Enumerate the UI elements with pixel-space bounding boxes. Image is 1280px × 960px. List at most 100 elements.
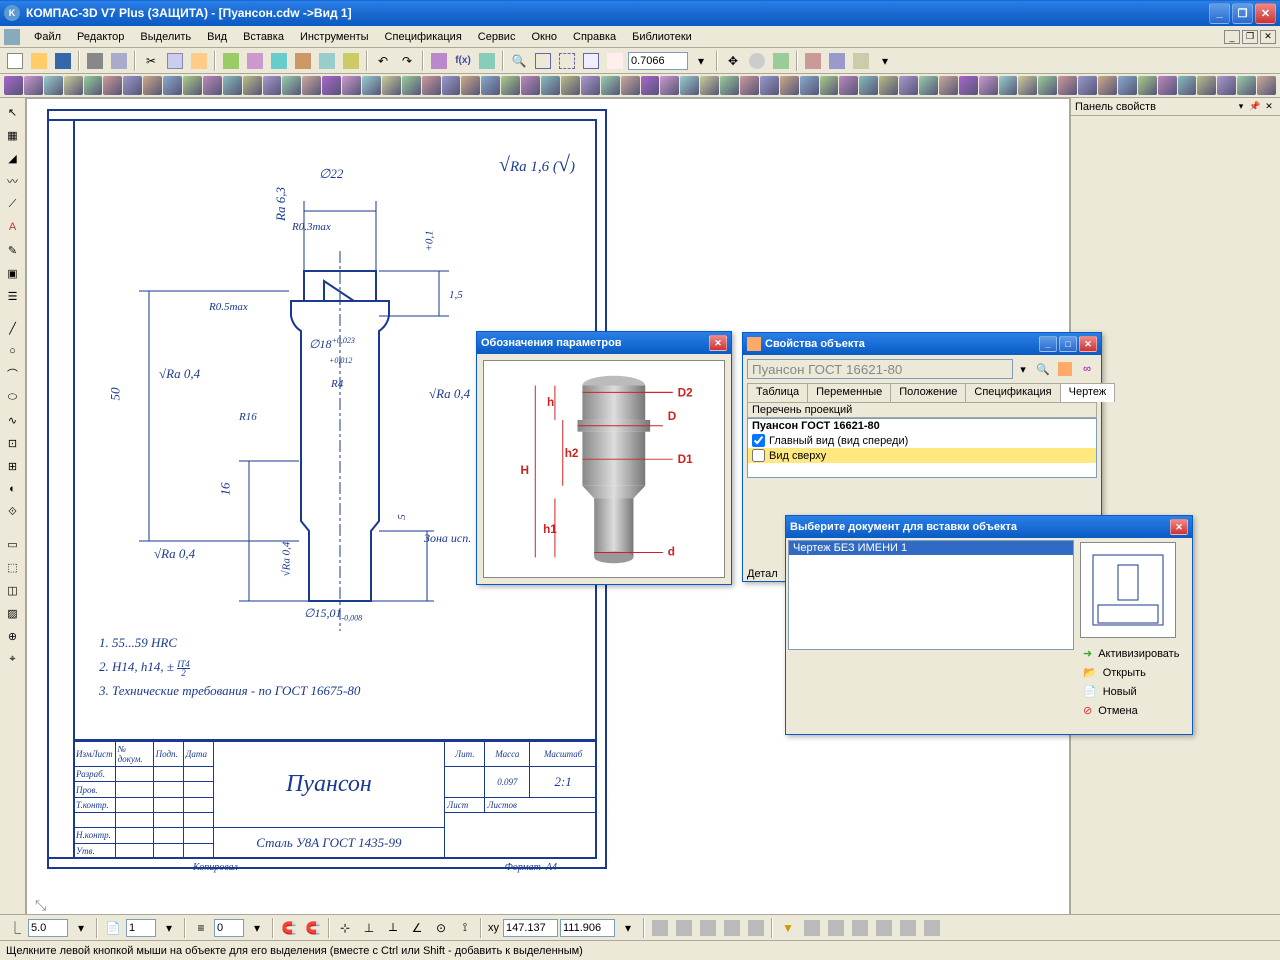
tb-icon[interactable] [268,50,290,72]
menu-file[interactable]: Файл [26,29,69,45]
mode-icon[interactable] [721,917,743,939]
library-part-icon[interactable] [859,76,878,95]
menu-help[interactable]: Справка [565,29,624,45]
mode-icon[interactable] [673,917,695,939]
library-part-icon[interactable] [1158,76,1177,95]
tool-icon[interactable]: ⊡ [3,433,23,453]
library-part-icon[interactable] [601,76,620,95]
tool-icon[interactable]: A [3,217,23,237]
page-dropdown[interactable]: ▾ [158,917,180,939]
rect-tool[interactable]: ▭ [3,534,23,554]
library-part-icon[interactable] [959,76,978,95]
mdi-restore[interactable]: ❐ [1242,30,1258,44]
layer-icon[interactable]: ≡ [190,917,212,939]
tab-spec[interactable]: Спецификация [965,383,1060,402]
magnet-off-icon[interactable]: 🧲 [302,917,324,939]
library-part-icon[interactable] [919,76,938,95]
library-part-icon[interactable] [163,76,182,95]
library-part-icon[interactable] [183,76,202,95]
snap-icon[interactable]: ⊹ [334,917,356,939]
library-part-icon[interactable] [999,76,1018,95]
library-part-icon[interactable] [402,76,421,95]
mode-icon[interactable] [697,917,719,939]
tab-vars[interactable]: Переменные [807,383,891,402]
menu-tools[interactable]: Инструменты [292,29,377,45]
library-part-icon[interactable] [939,76,958,95]
library-part-icon[interactable] [243,76,262,95]
library-part-icon[interactable] [621,76,640,95]
tool-icon[interactable]: 〰 [3,171,23,191]
menu-view[interactable]: Вид [199,29,235,45]
tool-icon[interactable]: ⊕ [3,626,23,646]
mdi-close[interactable]: ✕ [1260,30,1276,44]
step-dropdown[interactable]: ▾ [70,917,92,939]
library-part-icon[interactable] [800,76,819,95]
tab-position[interactable]: Положение [890,383,966,402]
props-close-button[interactable]: ✕ [1079,336,1097,352]
open-button[interactable] [28,50,50,72]
step-icon[interactable]: ⎿ [4,917,26,939]
preview-button[interactable] [108,50,130,72]
magnet-on-icon[interactable]: 🧲 [278,917,300,939]
snap-icon[interactable]: ⟟ [454,917,476,939]
library-part-icon[interactable] [1138,76,1157,95]
library-part-icon[interactable] [820,76,839,95]
library-part-icon[interactable] [1217,76,1236,95]
params-close-button[interactable]: ✕ [709,335,727,351]
filter-icon[interactable]: ▼ [777,917,799,939]
library-part-icon[interactable] [4,76,23,95]
tab-table[interactable]: Таблица [747,383,808,402]
library-part-icon[interactable] [879,76,898,95]
library-part-icon[interactable] [223,76,242,95]
zoom-out-button[interactable] [532,50,554,72]
props-minimize-button[interactable]: _ [1039,336,1057,352]
list-item-top[interactable]: Вид сверху [748,448,1096,463]
mode-icon[interactable] [849,917,871,939]
page-input[interactable] [126,919,156,937]
library-part-icon[interactable] [541,76,560,95]
library-part-icon[interactable] [302,76,321,95]
tool-icon[interactable]: ▣ [3,263,23,283]
menu-insert[interactable]: Вставка [235,29,292,45]
library-part-icon[interactable] [521,76,540,95]
mode-icon[interactable] [801,917,823,939]
library-part-icon[interactable] [64,76,83,95]
front-checkbox[interactable] [752,434,765,447]
tb-icon[interactable] [850,50,872,72]
circle-tool[interactable]: ○ [3,341,23,361]
coord-dropdown[interactable]: ▾ [617,917,639,939]
library-part-icon[interactable] [24,76,43,95]
tb-icon[interactable] [340,50,362,72]
close-button[interactable]: ✕ [1255,3,1276,24]
menu-select[interactable]: Выделить [132,29,199,45]
top-checkbox[interactable] [752,449,765,462]
mode-icon[interactable] [745,917,767,939]
arc-tool[interactable]: ⌒ [3,364,23,384]
library-part-icon[interactable] [1118,76,1137,95]
library-part-icon[interactable] [1038,76,1057,95]
library-part-icon[interactable] [1098,76,1117,95]
library-part-icon[interactable] [84,76,103,95]
props-maximize-button[interactable]: □ [1059,336,1077,352]
library-part-icon[interactable] [760,76,779,95]
library-part-icon[interactable] [581,76,600,95]
snap-icon[interactable]: ⊥ [358,917,380,939]
new-button[interactable]: 📄Новый [1080,682,1188,701]
snap-icon[interactable]: ∠ [406,917,428,939]
library-part-icon[interactable] [641,76,660,95]
snap-icon[interactable]: ⊙ [430,917,452,939]
pan-button[interactable]: ✥ [722,50,744,72]
library-part-icon[interactable] [680,76,699,95]
pointer-tool[interactable]: ↖ [3,102,23,122]
zoom-window-button[interactable] [556,50,578,72]
library-part-icon[interactable] [362,76,381,95]
tool-icon[interactable]: ☰ [3,286,23,306]
cut-button[interactable]: ✂ [140,50,162,72]
new-button[interactable] [4,50,26,72]
panel-pin-icon[interactable]: ▾ [1234,100,1248,114]
tool-icon[interactable]: ▦ [3,125,23,145]
tb-icon[interactable] [292,50,314,72]
layer-dropdown[interactable]: ▾ [246,917,268,939]
save-button[interactable] [52,50,74,72]
tb-icon[interactable] [826,50,848,72]
